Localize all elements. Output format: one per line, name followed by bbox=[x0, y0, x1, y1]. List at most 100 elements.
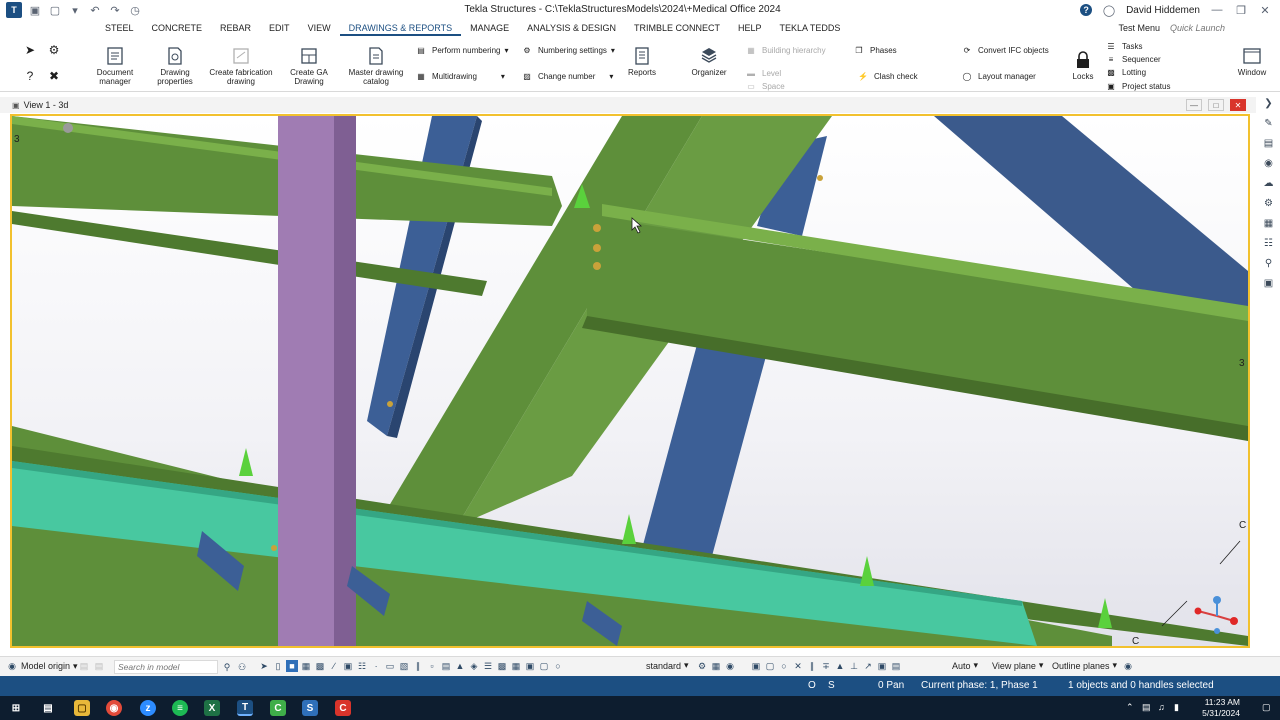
hierarchy-icon[interactable]: ☷ bbox=[1262, 236, 1276, 250]
select-snaps-icon[interactable]: ◈ bbox=[468, 660, 480, 672]
axis-gizmo-icon[interactable] bbox=[1194, 596, 1239, 634]
model-origin-tools[interactable]: ▤ ▤ bbox=[78, 660, 105, 672]
snap-settings-icon[interactable]: ⚙ bbox=[46, 42, 62, 58]
snap-any-position-icon[interactable]: ▣ bbox=[876, 660, 888, 672]
settings-icon[interactable]: ⚙ bbox=[1262, 196, 1276, 210]
view-maximize-button[interactable]: □ bbox=[1208, 99, 1224, 111]
snap-extension-icon[interactable]: ↗ bbox=[862, 660, 874, 672]
origin-tool-a-icon[interactable]: ▤ bbox=[78, 660, 90, 672]
selection-filter-dropdown[interactable]: standard ▾ bbox=[646, 660, 689, 671]
select-nested-icon[interactable]: ▦ bbox=[510, 660, 522, 672]
file-explorer-icon[interactable]: ▢ bbox=[74, 700, 90, 716]
search-icon[interactable]: ⚲ bbox=[221, 661, 233, 673]
select-welds-icon[interactable]: ∕ bbox=[328, 660, 340, 672]
tab-help[interactable]: HELP bbox=[729, 20, 771, 36]
snap-end-points-icon[interactable]: ✕ bbox=[792, 660, 804, 672]
model-origin-dropdown[interactable]: ◉ Model origin ▾ bbox=[6, 660, 78, 672]
user-icon[interactable]: ◯ bbox=[1102, 3, 1116, 17]
building-hierarchy-button[interactable]: ▦ Building hierarchy bbox=[744, 44, 825, 56]
snap-perpendicular-icon[interactable]: ⊥ bbox=[848, 660, 860, 672]
expand-pane-icon[interactable]: ❯ bbox=[1262, 96, 1276, 110]
cloud-icon[interactable]: ☁ bbox=[1262, 176, 1276, 190]
numbering-settings-dropdown-icon[interactable]: ▾ bbox=[611, 46, 615, 55]
locks-button[interactable]: Locks bbox=[1068, 50, 1098, 81]
notifications-icon[interactable]: ▢ bbox=[1262, 702, 1271, 713]
restore-button[interactable]: ❐ bbox=[1234, 4, 1248, 17]
document-manager-button[interactable]: Document manager bbox=[92, 46, 138, 86]
organizer-button[interactable]: Organizer bbox=[688, 46, 730, 77]
select-components-icon[interactable]: ■ bbox=[286, 660, 298, 672]
snap-midpoints-icon[interactable]: ∓ bbox=[820, 660, 832, 672]
phases-button[interactable]: ❐ Phases bbox=[852, 44, 896, 56]
visibility-icon[interactable]: ◉ bbox=[724, 660, 736, 672]
spotify-icon[interactable]: ≡ bbox=[172, 700, 188, 716]
tab-trimble-connect[interactable]: TRIMBLE CONNECT bbox=[625, 20, 729, 36]
zoom-icon[interactable]: z bbox=[140, 700, 156, 716]
minimize-button[interactable]: — bbox=[1210, 4, 1224, 16]
select-details-icon[interactable]: ▩ bbox=[496, 660, 508, 672]
snap-grid-icon[interactable]: ▦ bbox=[710, 660, 722, 672]
ortho-indicator[interactable]: O bbox=[808, 680, 816, 691]
create-ga-drawing-button[interactable]: Create GA Drawing bbox=[286, 46, 332, 86]
reports-button[interactable]: Reports bbox=[624, 46, 660, 77]
excel-icon[interactable]: X bbox=[204, 700, 220, 716]
current-phase[interactable]: Current phase: 1, Phase 1 bbox=[921, 680, 1038, 691]
tab-edit[interactable]: EDIT bbox=[260, 20, 299, 36]
select-bolts-icon[interactable]: ▩ bbox=[314, 660, 326, 672]
quick-launch-input[interactable] bbox=[1170, 21, 1266, 35]
snap-centers-icon[interactable]: ∥ bbox=[806, 660, 818, 672]
select-cuts-icon[interactable]: ▣ bbox=[342, 660, 354, 672]
select-views-icon[interactable]: ▤ bbox=[440, 660, 452, 672]
test-menu[interactable]: Test Menu bbox=[1118, 23, 1160, 33]
view-plane-dropdown[interactable]: View plane ▾ bbox=[992, 660, 1043, 671]
select-filter-c-icon[interactable]: ○ bbox=[552, 660, 564, 672]
project-status-button[interactable]: ▣ Project status bbox=[1104, 80, 1170, 92]
view-minimize-button[interactable]: — bbox=[1186, 99, 1202, 111]
network-icon[interactable]: ▤ bbox=[1142, 702, 1151, 713]
create-fabrication-drawing-button[interactable]: Create fabrication drawing bbox=[208, 46, 274, 86]
layout-manager-button[interactable]: ◯ Layout manager bbox=[960, 70, 1036, 82]
change-number-button[interactable]: ▨ Change number ▾ bbox=[520, 70, 613, 82]
view-close-button[interactable]: ✕ bbox=[1230, 99, 1246, 111]
snap-geometry-lines-icon[interactable]: ▢ bbox=[764, 660, 776, 672]
search-pane-icon[interactable]: ⚲ bbox=[1262, 256, 1276, 270]
select-points-icon[interactable]: ∙ bbox=[370, 660, 382, 672]
window-button[interactable]: Window bbox=[1232, 46, 1272, 77]
views-icon[interactable]: ◉ bbox=[1262, 156, 1276, 170]
model-3d-canvas[interactable]: 3 3 C C bbox=[12, 116, 1248, 646]
help-icon[interactable]: ? bbox=[1080, 4, 1093, 16]
search-options-icon[interactable]: ⚇ bbox=[236, 661, 248, 673]
multidrawing-dropdown-icon[interactable]: ▾ bbox=[501, 72, 505, 81]
select-all-icon[interactable]: ➤ bbox=[258, 660, 270, 672]
perform-numbering-dropdown-icon[interactable]: ▾ bbox=[504, 46, 508, 55]
convert-ifc-objects-button[interactable]: ⟳ Convert IFC objects bbox=[960, 44, 1049, 56]
snap-settings-small-icon[interactable]: ⚙ bbox=[696, 660, 708, 672]
tab-steel[interactable]: STEEL bbox=[96, 20, 143, 36]
tab-rebar[interactable]: REBAR bbox=[211, 20, 260, 36]
tab-analysis-design[interactable]: ANALYSIS & DESIGN bbox=[518, 20, 625, 36]
snap-reference-lines-icon[interactable]: ▣ bbox=[750, 660, 762, 672]
select-surfaces-icon[interactable]: ▫ bbox=[426, 660, 438, 672]
tab-drawings-reports[interactable]: DRAWINGS & REPORTS bbox=[339, 20, 462, 36]
red-app-icon[interactable]: C bbox=[335, 700, 351, 716]
search-in-model-input[interactable] bbox=[114, 660, 218, 674]
clash-check-button[interactable]: ⚡ Clash check bbox=[856, 70, 918, 82]
numbering-settings-button[interactable]: ⚙ Numbering settings ▾ bbox=[520, 44, 615, 56]
tab-tekla-tedds[interactable]: TEKLA TEDDS bbox=[771, 20, 850, 36]
tab-view[interactable]: VIEW bbox=[299, 20, 340, 36]
auto-dropdown[interactable]: Auto ▾ bbox=[952, 660, 978, 671]
select-rebar-icon[interactable]: ∥ bbox=[412, 660, 424, 672]
start-icon[interactable]: ⊞ bbox=[8, 700, 24, 716]
volume-icon[interactable]: ♫ bbox=[1158, 702, 1165, 712]
select-reference-icon[interactable]: ▧ bbox=[398, 660, 410, 672]
select-filter-b-icon[interactable]: ▢ bbox=[538, 660, 550, 672]
multidrawing-button[interactable]: ▦ Multidrawing ▾ bbox=[414, 70, 505, 82]
document-icon[interactable]: ▣ bbox=[1262, 276, 1276, 290]
model-viewport[interactable]: 3 3 C C bbox=[10, 114, 1250, 648]
blue-app-icon[interactable]: S bbox=[302, 700, 318, 716]
search-box[interactable]: ⚲ ⚇ bbox=[114, 660, 248, 674]
select-hidden-icon[interactable]: ▲ bbox=[454, 660, 466, 672]
space-button[interactable]: ▭ Space bbox=[744, 80, 784, 92]
chrome-icon[interactable]: ◉ bbox=[106, 700, 122, 716]
select-assemblies-icon[interactable]: ▦ bbox=[300, 660, 312, 672]
